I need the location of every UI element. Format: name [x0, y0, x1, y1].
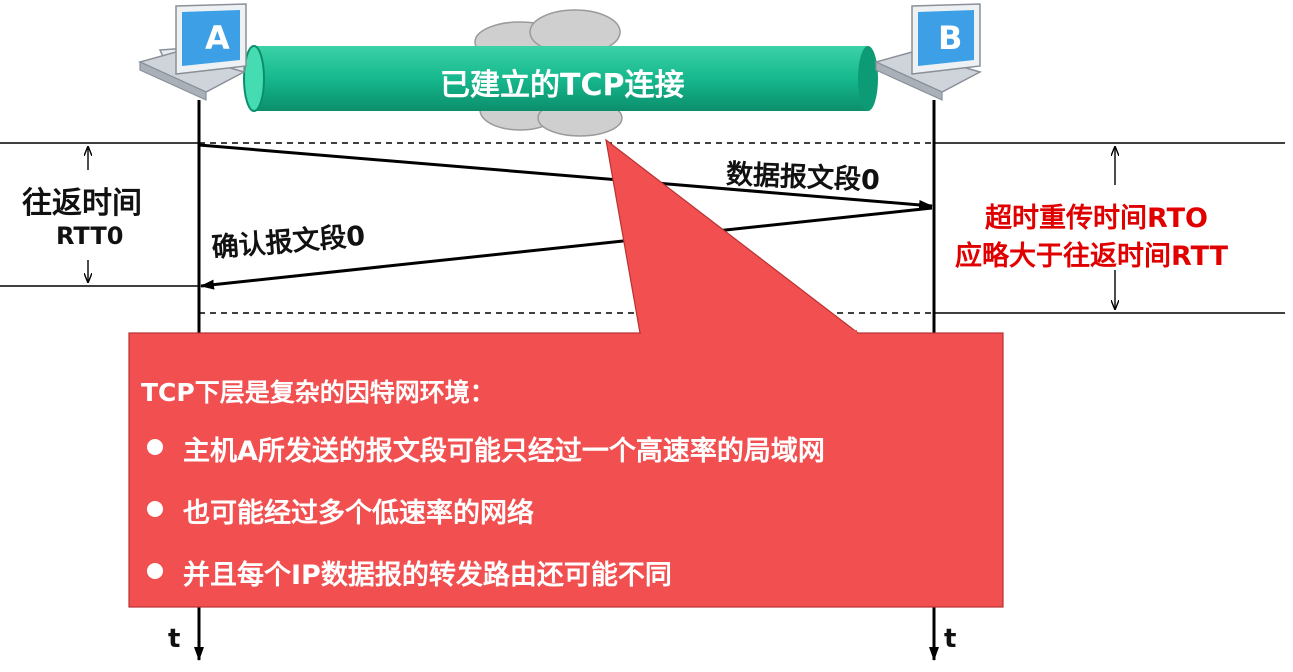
host-a-label: A — [205, 19, 230, 57]
data-segment-label: 数据报文段0 — [725, 158, 881, 197]
rtt-title: 往返时间 — [22, 186, 142, 221]
rto-line-1: 超时重传时间RTO — [985, 203, 1208, 234]
timeline-b-label: t — [944, 624, 957, 654]
host-b-label: B — [938, 19, 963, 57]
rto-line-2: 应略大于往返时间RTT — [955, 241, 1229, 272]
rtt-value: RTT0 — [56, 222, 124, 250]
callout-bullet-text: 并且每个IP数据报的转发路由还可能不同 — [183, 560, 672, 591]
callout-bullet-text: 也可能经过多个低速率的网络 — [183, 498, 534, 529]
bullet-dot-icon — [147, 501, 163, 517]
callout-content: TCP下层是复杂的因特网环境： 主机A所发送的报文段可能只经过一个高速率的局域网… — [129, 333, 1003, 607]
connection-label: 已建立的TCP连接 — [440, 68, 685, 103]
callout-bullet-list: 主机A所发送的报文段可能只经过一个高速率的局域网 也可能经过多个低速率的网络 并… — [141, 429, 825, 615]
timeline-a-label: t — [168, 624, 181, 654]
callout-bullet: 主机A所发送的报文段可能只经过一个高速率的局域网 — [141, 429, 825, 491]
laptop-b-icon — [873, 3, 982, 101]
bullet-dot-icon — [147, 563, 163, 579]
laptop-a-icon — [137, 3, 247, 101]
tcp-rtt-diagram: 已建立的TCP连接 A B 往返时间 RTT0 超时重传时间RTO 应略大于往返… — [0, 0, 1293, 668]
bullet-dot-icon — [147, 439, 163, 455]
callout-heading: TCP下层是复杂的因特网环境： — [141, 378, 495, 407]
callout-bullet: 并且每个IP数据报的转发路由还可能不同 — [141, 553, 825, 615]
callout-bullet-text: 主机A所发送的报文段可能只经过一个高速率的局域网 — [183, 436, 825, 467]
callout-bullet: 也可能经过多个低速率的网络 — [141, 491, 825, 553]
